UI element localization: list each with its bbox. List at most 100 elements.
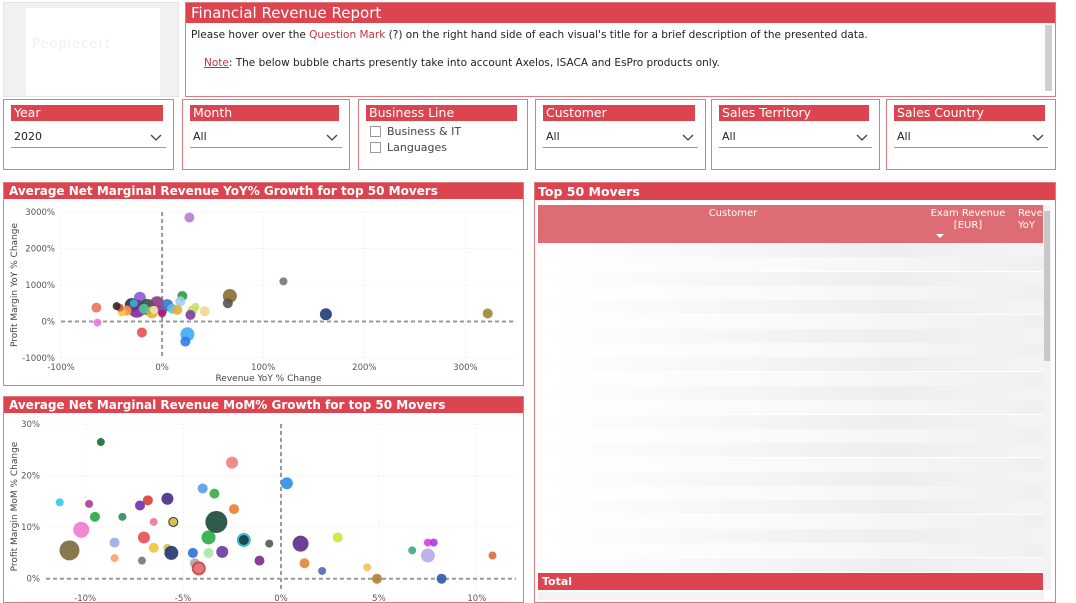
- y-tick-label: 10%: [21, 523, 40, 533]
- bubble: [222, 298, 233, 309]
- slicer-month-title: Month: [190, 105, 339, 121]
- bubble: [149, 517, 158, 526]
- y-tick-label: 2000%: [25, 245, 55, 255]
- checkbox[interactable]: [370, 125, 381, 137]
- bubble: [318, 566, 327, 575]
- table-row-redacted: [538, 285, 1044, 300]
- chevron-down-icon: [1032, 134, 1044, 141]
- bubble: [96, 438, 105, 447]
- checkbox[interactable]: [370, 141, 381, 153]
- column-header-revenue-yoy[interactable]: Reve YoY: [1018, 208, 1044, 232]
- y-tick-label: -1000%: [22, 354, 55, 364]
- note-line: Note: The below bubble charts presently …: [204, 57, 720, 69]
- month-dropdown[interactable]: All: [190, 128, 342, 148]
- mom-bubble-chart: -10%-5%0%5%10%0%10%20%30%Revenue MoM % C…: [10, 420, 516, 603]
- logo: [26, 8, 160, 96]
- bubble: [191, 302, 200, 311]
- slicer-business-line: Business Line Business & IT Languages: [358, 99, 528, 170]
- table-row-redacted: [538, 557, 1044, 572]
- table-row-redacted: [538, 486, 1044, 501]
- slicer-customer: Customer All: [535, 99, 706, 170]
- bubble: [118, 512, 127, 521]
- bubble: [59, 540, 80, 561]
- sales-territory-dropdown[interactable]: All: [719, 128, 872, 148]
- total-label: Total: [542, 575, 573, 588]
- note-label: Note: [204, 57, 229, 69]
- bubble: [265, 539, 274, 548]
- x-tick-label: 200%: [352, 363, 376, 373]
- bubble: [209, 488, 220, 499]
- bubble: [436, 573, 447, 584]
- report-scrollbar[interactable]: [1045, 25, 1052, 91]
- slicer-sales-country-title: Sales Country: [894, 105, 1045, 121]
- report-instructions: Please hover over the Question Mark (?) …: [186, 23, 1055, 75]
- grid: [60, 211, 516, 359]
- bubble: [148, 542, 159, 553]
- slicer-sales-territory: Sales Territory All: [711, 99, 880, 170]
- sales-country-dropdown[interactable]: All: [894, 128, 1048, 148]
- bubble: [488, 551, 497, 560]
- bubble: [429, 538, 438, 547]
- y-tick-label: 30%: [21, 420, 40, 430]
- business-line-option-business-it[interactable]: Business & IT: [370, 125, 461, 139]
- x-tick-label: 0%: [274, 594, 288, 603]
- bubble: [129, 299, 138, 308]
- logo-panel: Peoplecert: [3, 2, 179, 97]
- table-row-redacted: [538, 414, 1044, 429]
- x-tick-label: 300%: [453, 363, 477, 373]
- customer-dropdown[interactable]: All: [543, 128, 698, 148]
- customer-dropdown-value: All: [546, 130, 560, 143]
- y-tick-label: 1000%: [25, 281, 55, 291]
- bubble: [136, 327, 147, 338]
- table-row-redacted: [538, 243, 1044, 257]
- table-row-redacted: [538, 271, 1044, 286]
- bubble: [109, 537, 120, 548]
- year-dropdown-value: 2020: [14, 130, 42, 143]
- top-movers-table-panel: Top 50 Movers Customer Exam Revenue [EUR…: [534, 182, 1056, 603]
- instruction-line: Please hover over the Question Mark (?) …: [191, 29, 868, 41]
- slicer-year-title: Year: [11, 105, 163, 121]
- bubble: [184, 212, 195, 223]
- table-horizontal-scrollbar[interactable]: [538, 592, 1044, 600]
- bubble: [142, 495, 153, 506]
- bubble: [55, 498, 64, 507]
- table-header: Customer Exam Revenue [EUR] Reve YoY: [538, 205, 1044, 243]
- x-tick-label: -5%: [175, 594, 192, 603]
- bubble: [238, 535, 249, 546]
- bubble: [205, 510, 228, 533]
- question-mark-highlight: Question Mark: [309, 29, 386, 41]
- bubble: [203, 547, 214, 558]
- bubble: [73, 521, 90, 538]
- bubble: [199, 306, 210, 317]
- bubble: [180, 336, 191, 347]
- table-row-redacted: [538, 400, 1044, 415]
- table-row-redacted: [538, 357, 1044, 372]
- sales-country-dropdown-value: All: [897, 130, 911, 143]
- bubble: [229, 504, 239, 515]
- bubble: [93, 318, 102, 327]
- mom-bubble-chart-panel: Average Net Marginal Revenue MoM% Growth…: [3, 396, 524, 603]
- bubble: [112, 302, 121, 311]
- x-tick-label: 5%: [372, 594, 386, 603]
- x-tick-label: -100%: [47, 363, 74, 373]
- bubble: [89, 511, 100, 522]
- chevron-down-icon: [150, 134, 162, 141]
- bubble: [193, 563, 204, 574]
- table-vertical-scrollbar[interactable]: [1043, 205, 1051, 590]
- scrollbar-thumb[interactable]: [1044, 211, 1050, 361]
- bubble: [185, 309, 196, 320]
- column-header-exam-revenue[interactable]: Exam Revenue [EUR]: [928, 208, 1008, 232]
- report-title: Financial Revenue Report: [186, 3, 1055, 23]
- bubble: [279, 277, 288, 286]
- table-row-redacted: [538, 386, 1044, 400]
- x-tick-label: 10%: [467, 594, 486, 603]
- table-total-row: Total: [538, 573, 1044, 590]
- year-dropdown[interactable]: 2020: [11, 128, 166, 148]
- chevron-down-icon: [682, 134, 694, 141]
- x-tick-label: 100%: [251, 363, 275, 373]
- bubble: [91, 302, 102, 313]
- bubble: [164, 545, 179, 560]
- column-header-customer[interactable]: Customer: [688, 208, 778, 220]
- logo-text: Peoplecert: [32, 37, 111, 52]
- business-line-option-languages[interactable]: Languages: [370, 141, 447, 155]
